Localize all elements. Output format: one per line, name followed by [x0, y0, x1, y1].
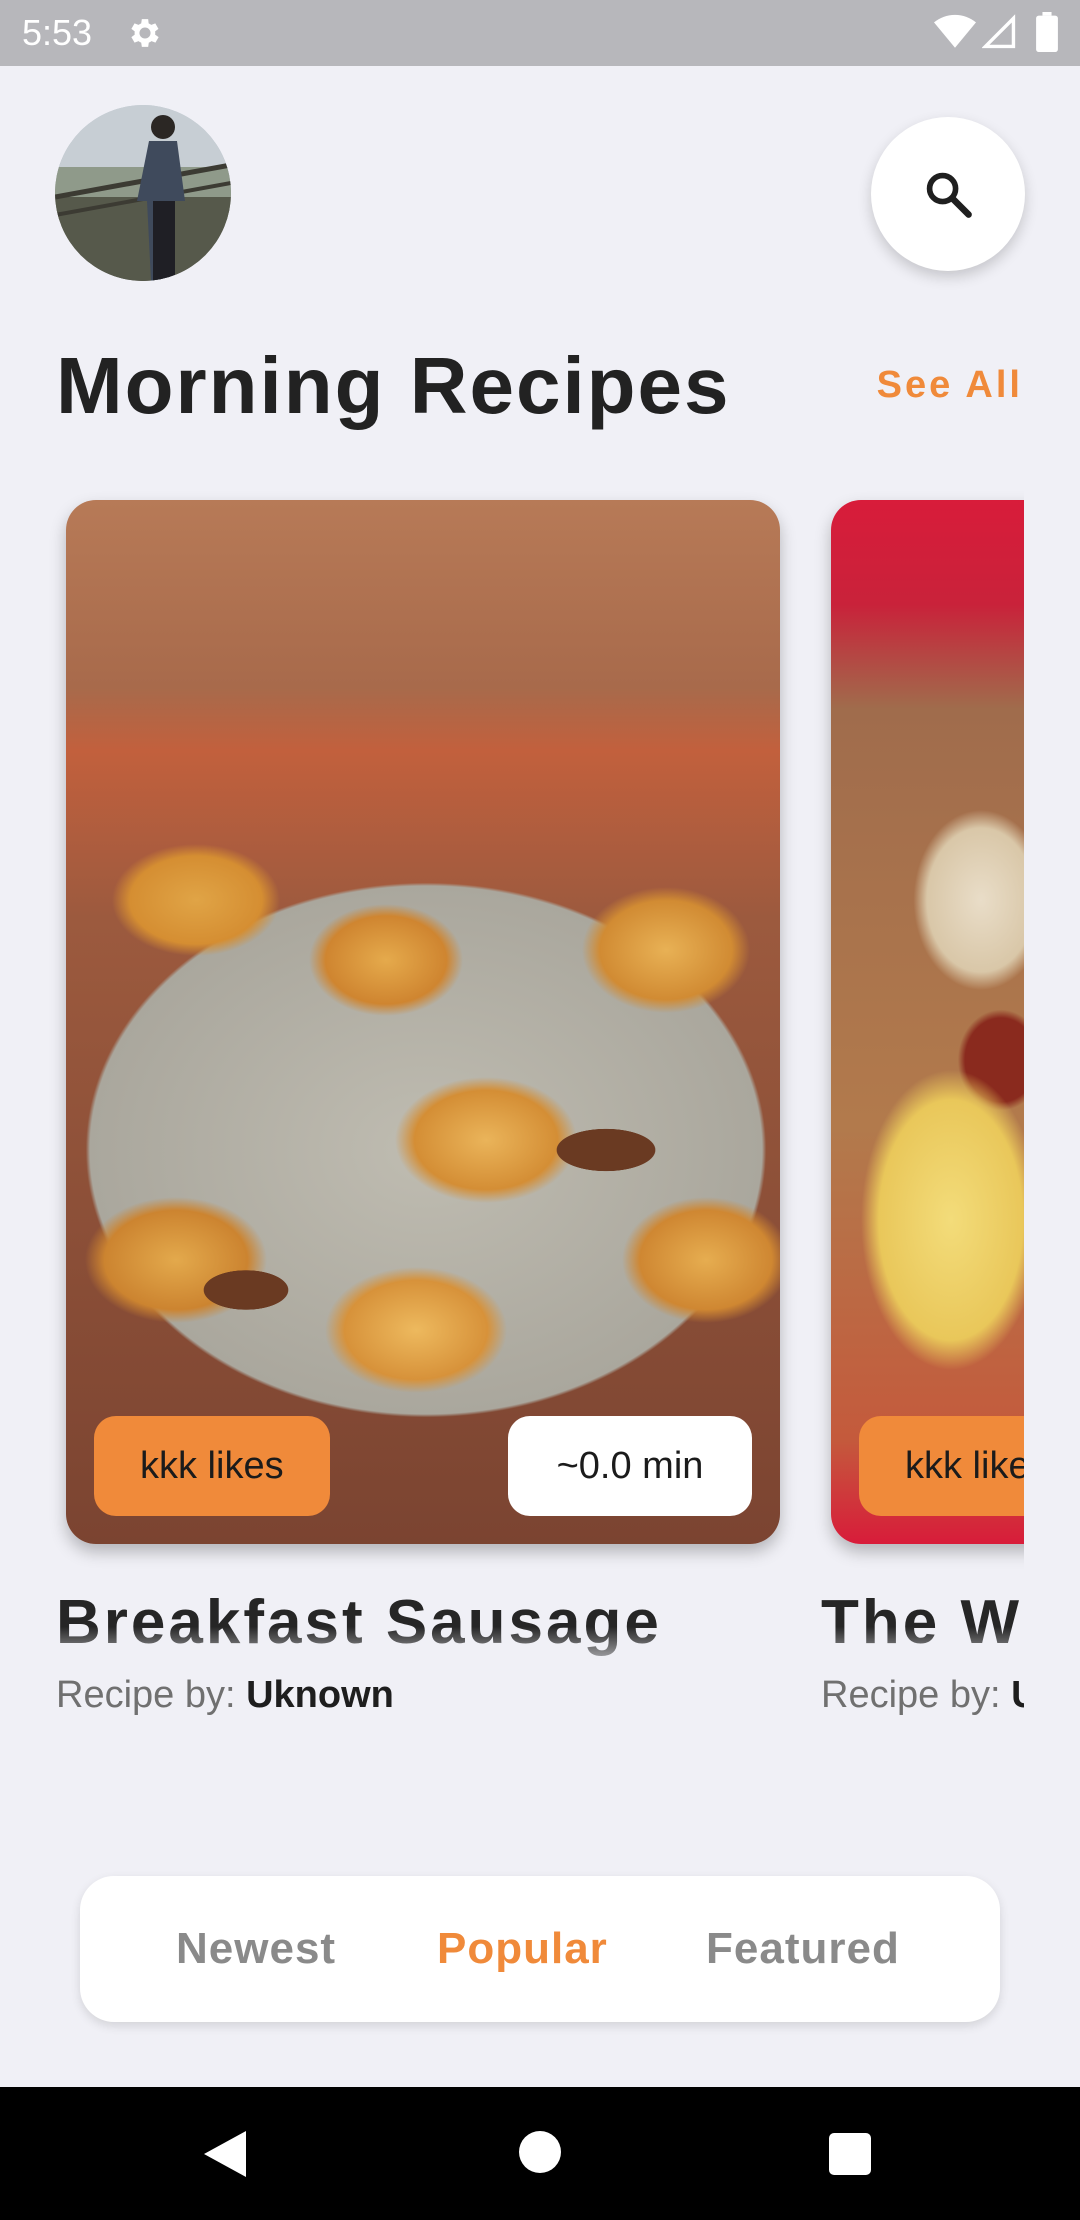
tab-newest[interactable]: Newest — [176, 1876, 336, 2022]
navigation-bar — [0, 2087, 1080, 2220]
section-title: Morning Recipes — [56, 341, 731, 430]
recipe-title[interactable]: Breakfast Sausage — [56, 1585, 662, 1661]
recipe-image[interactable]: kkk likes — [831, 500, 1024, 1544]
recipe-title[interactable]: The Wr — [821, 1585, 1024, 1661]
recipe-author-name: U — [1011, 1674, 1024, 1716]
tab-popular[interactable]: Popular — [437, 1876, 608, 2022]
recipe-image[interactable]: kkk likes ~0.0 min — [66, 500, 780, 1544]
recipe-author-prefix: Recipe by: — [821, 1674, 1012, 1716]
signal-icon — [982, 14, 1016, 49]
search-button[interactable] — [871, 117, 1025, 271]
status-bar: 5:53 — [0, 0, 1080, 66]
recipe-author-prefix: Recipe by: — [56, 1674, 247, 1716]
see-all-link[interactable]: See All — [877, 362, 1023, 408]
recipe-carousel[interactable]: kkk likes ~0.0 min Breakfast Sausage Rec… — [0, 480, 1024, 1760]
recipe-author: Recipe by: U — [821, 1672, 1024, 1718]
avatar[interactable] — [55, 105, 231, 281]
recipe-card[interactable]: kkk likes The Wr Recipe by: U — [821, 500, 1024, 1716]
gear-icon — [131, 19, 159, 47]
home-icon[interactable] — [519, 2131, 561, 2173]
tab-featured[interactable]: Featured — [706, 1876, 900, 2022]
status-time: 5:53 — [22, 12, 93, 53]
food-photo — [831, 500, 1024, 1544]
likes-badge: kkk likes — [859, 1416, 1024, 1516]
recipe-author-name: Uknown — [246, 1674, 394, 1716]
likes-badge: kkk likes — [94, 1416, 330, 1516]
screen: 5:53 Morning Recipes See All kkk likes ~… — [0, 0, 1080, 2220]
battery-icon — [1036, 12, 1058, 52]
recents-icon[interactable] — [829, 2133, 871, 2175]
food-photo — [66, 500, 780, 1544]
wifi-icon — [934, 14, 976, 48]
recipe-author: Recipe by: Uknown — [56, 1672, 394, 1718]
back-icon[interactable] — [202, 2129, 248, 2179]
recipe-filter-tabs: Newest Popular Featured — [80, 1876, 1000, 2022]
recipe-card[interactable]: kkk likes ~0.0 min Breakfast Sausage Rec… — [56, 500, 780, 1716]
search-icon — [926, 172, 972, 218]
avatar-photo — [55, 105, 231, 281]
time-badge: ~0.0 min — [508, 1416, 752, 1516]
